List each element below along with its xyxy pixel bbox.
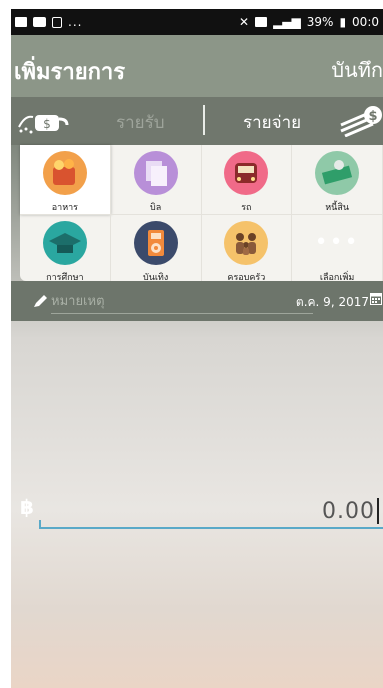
clipboard-notification-icon [52, 16, 62, 28]
amount-underline [39, 520, 383, 529]
svg-text:$: $ [43, 117, 51, 131]
category-label: อาหาร [51, 203, 79, 213]
title-bar: เพิ่มรายการ บันทึก [11, 35, 383, 97]
currency-symbol: ฿ [20, 495, 34, 519]
category-label: รถ [241, 203, 252, 213]
category-grid: อาหาร บิล รถ หนี้สิน การศึกษา บันเทิง คร… [20, 145, 383, 285]
pencil-icon [34, 295, 47, 307]
calendar-icon[interactable] [370, 292, 382, 305]
category-bill[interactable]: บิล [110, 145, 202, 215]
tab-income[interactable]: รายรับ [116, 109, 165, 136]
more-notifications: ... [68, 15, 83, 29]
car-icon [224, 151, 269, 195]
category-label: หนี้สิน [325, 203, 349, 213]
gallery-notification-icon [15, 17, 27, 27]
category-debt[interactable]: หนี้สิน [292, 145, 383, 215]
food-icon [42, 151, 87, 195]
app-screen: ... ✕ ▂▄▆ 39% ▮ 00:0 เพิ่มรายการ บันทึก … [11, 9, 383, 688]
category-label: บิล [150, 203, 162, 213]
category-car[interactable]: รถ [201, 145, 293, 215]
amount-input[interactable]: 0.00 [322, 499, 375, 524]
mute-icon: ✕ [239, 15, 250, 29]
bill-icon [133, 151, 178, 195]
svg-text:$: $ [368, 109, 377, 124]
money-stack-icon[interactable]: $ [339, 105, 383, 137]
clock: 00:0 [352, 15, 379, 29]
text-cursor [377, 498, 379, 524]
status-right: ✕ ▂▄▆ 39% ▮ 00:0 [239, 15, 379, 29]
sim-icon [255, 17, 268, 27]
category-food[interactable]: อาหาร [20, 145, 111, 215]
tab-divider [203, 105, 205, 135]
status-bar: ... ✕ ▂▄▆ 39% ▮ 00:0 [11, 9, 383, 35]
save-button[interactable]: บันทึก [331, 54, 383, 86]
family-icon [224, 221, 269, 265]
category-family[interactable]: ครอบครัว [201, 215, 293, 285]
debt-icon [315, 151, 360, 195]
page-title: เพิ่มรายการ [14, 60, 126, 85]
tab-expense[interactable]: รายจ่าย [243, 109, 301, 136]
signal-icon: ▂▄▆ [273, 15, 301, 29]
battery-percent: 39% [306, 15, 334, 29]
video-notification-icon [33, 17, 46, 27]
watering-can-icon[interactable]: $ [17, 107, 73, 135]
date-picker[interactable]: ต.ค. 9, 2017 [296, 293, 369, 312]
more-icon: ••• [314, 230, 360, 255]
status-left: ... [15, 15, 82, 29]
note-input[interactable] [51, 290, 313, 314]
category-entertainment[interactable]: บันเทิง [110, 215, 202, 285]
category-more[interactable]: ••• เลือกเพิ่ม [292, 215, 383, 285]
battery-icon: ▮ [339, 15, 347, 29]
graduation-cap-icon [42, 221, 87, 265]
transaction-type-tabs: $ รายรับ รายจ่าย $ [11, 97, 383, 145]
note-row: ต.ค. 9, 2017 [11, 281, 383, 321]
music-player-icon [133, 221, 178, 265]
category-education[interactable]: การศึกษา [20, 215, 111, 285]
